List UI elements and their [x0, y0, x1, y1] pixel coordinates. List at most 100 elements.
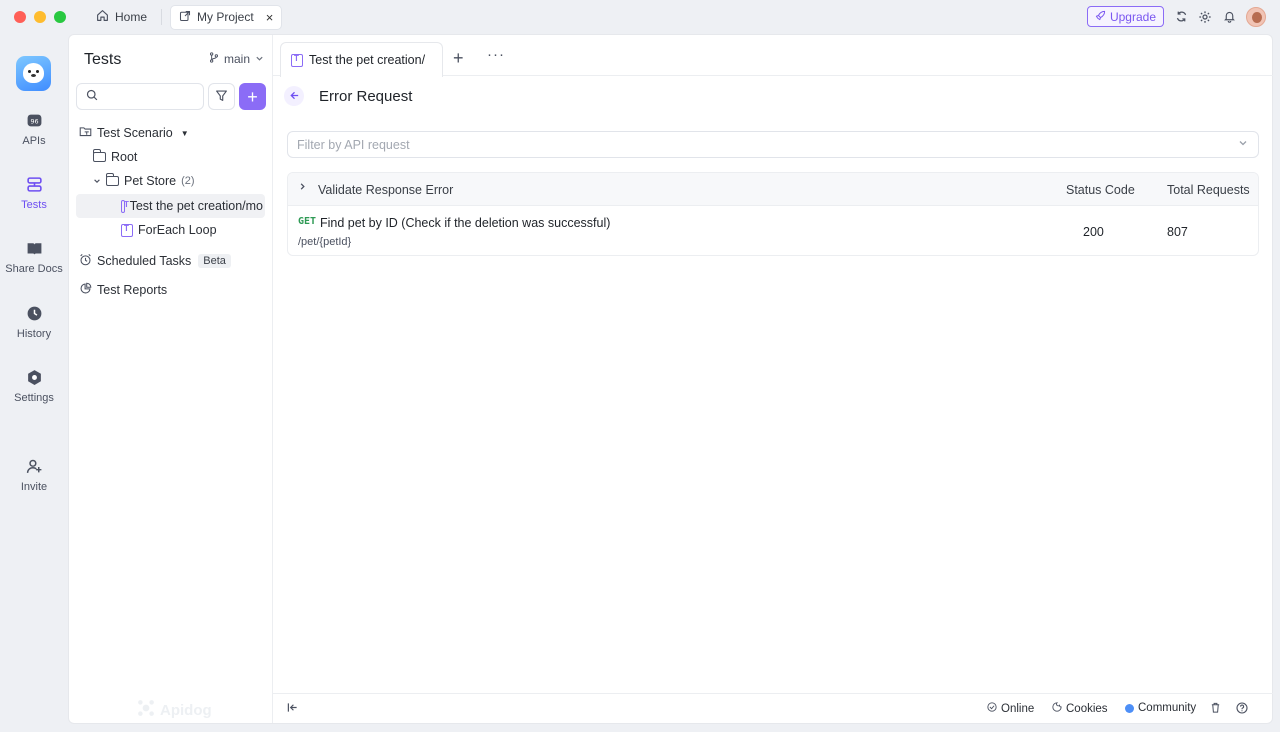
branch-selector[interactable]: main [209, 52, 264, 66]
tree-item-foreach-loop[interactable]: ForEach Loop [121, 223, 217, 237]
online-status[interactable]: Online [987, 702, 1034, 715]
add-test-button[interactable]: + [239, 83, 266, 110]
community-icon [1125, 703, 1134, 713]
search-box[interactable] [76, 83, 204, 110]
api-icon: 96 [26, 112, 43, 129]
book-icon [26, 240, 43, 257]
minimize-window-button[interactable] [34, 11, 46, 23]
new-tab-button[interactable]: + [453, 48, 464, 69]
tests-sidebar: Tests main + Test Scenario ▼ Root Pet St… [69, 35, 273, 723]
rail-item-apis[interactable]: 96 APIs [0, 112, 68, 147]
test-case-icon [121, 223, 133, 237]
tab-my-project-label: My Project [197, 10, 254, 24]
rail-item-settings[interactable]: Settings [0, 369, 68, 404]
table-header: Validate Response Error Status Code Tota… [288, 173, 1258, 206]
error-request-table: Validate Response Error Status Code Tota… [287, 172, 1259, 256]
clock-icon [26, 305, 43, 322]
collapse-sidebar-icon[interactable] [287, 702, 298, 716]
tab-my-project[interactable]: My Project × [170, 4, 283, 30]
community-label: Community [1138, 702, 1197, 714]
rocket-icon [1095, 10, 1106, 24]
tab-test-pet-creation[interactable]: Test the pet creation/ [280, 42, 443, 77]
maximize-window-button[interactable] [54, 11, 66, 23]
method-badge: GET [298, 216, 317, 227]
upgrade-label: Upgrade [1109, 9, 1156, 24]
filter-placeholder: Filter by API request [297, 137, 410, 152]
close-icon[interactable]: × [266, 10, 274, 25]
cookies-button[interactable]: Cookies [1052, 702, 1108, 715]
dog-logo-icon [23, 63, 44, 83]
tree-item-label: Test Scenario [97, 126, 173, 140]
total-requests: 807 [1167, 225, 1188, 239]
branch-icon [209, 52, 219, 66]
arrow-left-icon [289, 89, 300, 104]
community-button[interactable]: Community [1125, 702, 1196, 714]
chevron-down-icon [1238, 138, 1248, 151]
main-panel: Tests main + Test Scenario ▼ Root Pet St… [68, 34, 1273, 724]
trash-icon [1210, 702, 1221, 716]
rail-item-label: APIs [22, 135, 46, 147]
rail-item-share-docs[interactable]: Share Docs [0, 240, 68, 275]
upgrade-button[interactable]: Upgrade [1086, 6, 1164, 27]
rail-item-invite[interactable]: Invite [0, 458, 68, 493]
tree-item-label: ForEach Loop [138, 223, 217, 237]
window-controls [14, 11, 66, 23]
tree-item-test-reports[interactable]: Test Reports [79, 282, 167, 298]
apidog-watermark: Apidog [137, 699, 212, 721]
rail-item-tests[interactable]: Tests [0, 176, 68, 211]
close-window-button[interactable] [14, 11, 26, 23]
watermark-label: Apidog [160, 701, 212, 719]
column-header-total: Total Requests [1167, 183, 1250, 197]
chevron-right-icon[interactable] [298, 182, 307, 194]
group-header[interactable]: Validate Response Error [318, 183, 453, 197]
tab-home-label: Home [115, 10, 148, 24]
beta-badge: Beta [198, 254, 231, 268]
rail-item-history[interactable]: History [0, 305, 68, 340]
rail-item-label: Settings [14, 392, 54, 404]
avatar[interactable] [1246, 6, 1266, 27]
search-input[interactable] [103, 89, 193, 104]
tree-item-label: Pet Store [124, 174, 177, 188]
sync-icon[interactable] [1174, 10, 1188, 24]
tree-item-scheduled-tasks[interactable]: Scheduled Tasks Beta [79, 253, 231, 269]
test-case-icon [291, 53, 303, 67]
back-button[interactable] [284, 86, 304, 106]
gear-icon [26, 369, 43, 386]
rail-item-label: Tests [21, 199, 47, 211]
status-footer: Online Cookies Community [273, 693, 1273, 723]
title-bar-actions: Upgrade [1086, 6, 1266, 27]
request-path: /pet/{petId} [298, 236, 352, 248]
tree-item-root[interactable]: Root [93, 149, 138, 164]
alarm-clock-icon [79, 253, 92, 269]
tree-item-test-creation[interactable]: Test the pet creation/mo [121, 199, 263, 213]
tree-item-pet-store[interactable]: Pet Store (2) [93, 173, 195, 188]
tree-item-label: Test Reports [97, 283, 168, 297]
tab-home[interactable]: Home [88, 5, 155, 29]
search-icon [86, 89, 98, 104]
trash-button[interactable] [1210, 702, 1221, 716]
more-tabs-icon[interactable]: ··· [487, 46, 505, 63]
tree-item-label: Root [111, 150, 138, 164]
gear-icon[interactable] [1198, 10, 1212, 24]
filter-button[interactable] [208, 83, 235, 110]
help-button[interactable] [1236, 702, 1248, 717]
branch-label: main [224, 52, 251, 66]
home-icon [96, 9, 109, 25]
title-bar: Home My Project × Upgrade [0, 0, 1280, 34]
column-header-status: Status Code [1066, 183, 1135, 197]
filter-icon [215, 89, 228, 105]
chevron-down-icon[interactable] [93, 174, 101, 188]
tab-divider [161, 9, 163, 25]
folder-icon [93, 149, 106, 162]
tree-item-test-scenario[interactable]: Test Scenario ▼ [79, 125, 189, 141]
caret-down-icon[interactable]: ▼ [181, 129, 189, 138]
api-request-filter[interactable]: Filter by API request [287, 131, 1259, 158]
table-row[interactable]: GET Find pet by ID (Check if the deletio… [288, 207, 1258, 255]
svg-text:96: 96 [30, 118, 38, 126]
folder-open-icon [106, 173, 119, 186]
status-code: 200 [1083, 225, 1104, 239]
item-count: (2) [181, 175, 195, 187]
invite-icon [26, 458, 43, 475]
document-tab-bar: Test the pet creation/ + ··· [273, 35, 1273, 77]
bell-icon[interactable] [1222, 10, 1236, 24]
